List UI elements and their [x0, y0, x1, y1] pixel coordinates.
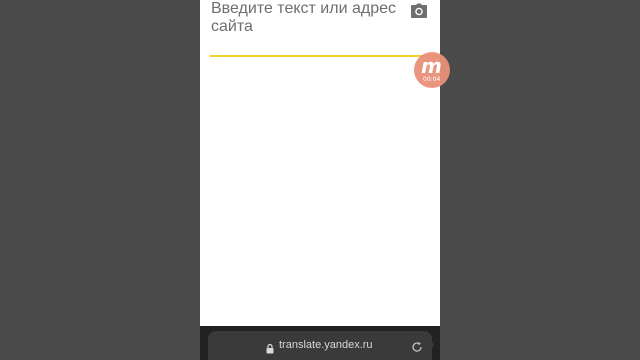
reload-icon[interactable] [411, 340, 423, 352]
tab-switcher-notch[interactable] [426, 330, 434, 360]
camera-icon[interactable] [410, 3, 428, 19]
input-underline [210, 55, 440, 57]
letterbox-right [440, 0, 640, 360]
url-text: translate.yandex.ru [279, 339, 373, 351]
translate-content-area[interactable]: Введите текст или адрес сайта [200, 0, 440, 326]
translate-input-placeholder[interactable]: Введите текст или адрес сайта [211, 0, 403, 36]
browser-bottom-bar: translate.yandex.ru [200, 326, 440, 360]
letterbox-left [0, 0, 200, 360]
address-bar[interactable]: translate.yandex.ru [208, 331, 432, 360]
screen-recorder-badge[interactable]: m 00:04 [414, 52, 450, 88]
lock-icon [266, 341, 274, 354]
recorder-logo: m [421, 54, 442, 78]
phone-screen: Введите текст или адрес сайта [200, 0, 440, 360]
recorder-timer: 00:04 [423, 76, 441, 83]
